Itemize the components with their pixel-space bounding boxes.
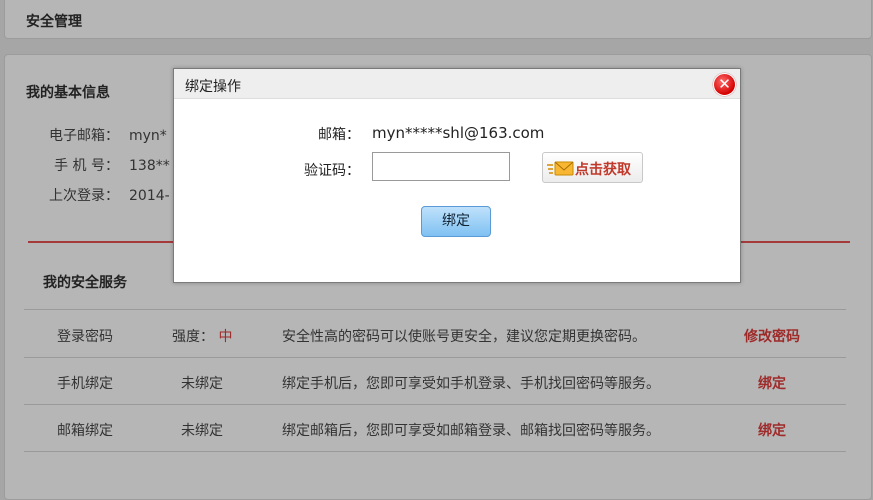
strength-label: 强度： <box>172 329 214 345</box>
row-divider <box>24 404 846 405</box>
page-header: 安全管理 <box>4 0 872 39</box>
strength-value: 中 <box>218 329 233 345</box>
security-services-title: 我的安全服务 <box>43 275 127 291</box>
page-title: 安全管理 <box>26 14 82 30</box>
service-description: 绑定邮箱后，您即可享受如邮箱登录、邮箱找回密码等服务。 <box>282 423 660 439</box>
info-value: 138** <box>129 158 170 174</box>
page: 安全管理 我的基本信息 电子邮箱： myn* 手 机 号： 138** 上次登录： 2… <box>0 0 873 500</box>
close-icon[interactable]: ✕ <box>713 73 736 96</box>
bind-dialog: 绑定操作 ✕ 邮箱： myn*****shl@163.com 验证码： 点击获取… <box>173 68 741 283</box>
service-description: 安全性高的密码可以使账号更安全，建议您定期更换密码。 <box>282 329 646 345</box>
info-value: 2014- <box>129 188 170 204</box>
row-divider <box>24 309 846 310</box>
code-label: 验证码： <box>304 163 360 179</box>
dialog-title: 绑定操作 <box>185 79 241 95</box>
password-strength: 强度： 中 <box>172 326 232 346</box>
bind-button[interactable]: 绑定 <box>421 206 491 237</box>
basic-info-title: 我的基本信息 <box>26 85 110 101</box>
get-code-label: 点击获取 <box>575 162 631 178</box>
info-row-last-login: 上次登录： 2014- <box>0 185 170 205</box>
bind-email-link[interactable]: 绑定 <box>758 420 786 440</box>
service-name: 手机绑定 <box>57 376 113 392</box>
bind-status: 未绑定 <box>181 376 223 392</box>
change-password-link[interactable]: 修改密码 <box>744 326 800 346</box>
email-label: 邮箱： <box>318 127 360 143</box>
info-label: 电子邮箱： <box>49 128 119 144</box>
info-row-phone: 手 机 号： 138** <box>0 155 170 175</box>
row-divider <box>24 451 846 452</box>
info-label: 手 机 号： <box>54 158 119 174</box>
service-description: 绑定手机后，您即可享受如手机登录、手机找回密码等服务。 <box>282 376 660 392</box>
bind-phone-link[interactable]: 绑定 <box>758 373 786 393</box>
info-value: myn* <box>129 128 167 144</box>
envelope-icon <box>547 161 574 176</box>
dialog-header: 绑定操作 ✕ <box>174 69 740 99</box>
info-label: 上次登录： <box>49 188 119 204</box>
row-divider <box>24 357 846 358</box>
service-name: 邮箱绑定 <box>57 423 113 439</box>
info-row-email: 电子邮箱： myn* <box>0 125 167 145</box>
bind-status: 未绑定 <box>181 423 223 439</box>
verification-code-input[interactable] <box>372 152 510 181</box>
email-value: myn*****shl@163.com <box>372 124 545 142</box>
service-name: 登录密码 <box>57 329 113 345</box>
get-code-button[interactable]: 点击获取 <box>542 152 643 183</box>
